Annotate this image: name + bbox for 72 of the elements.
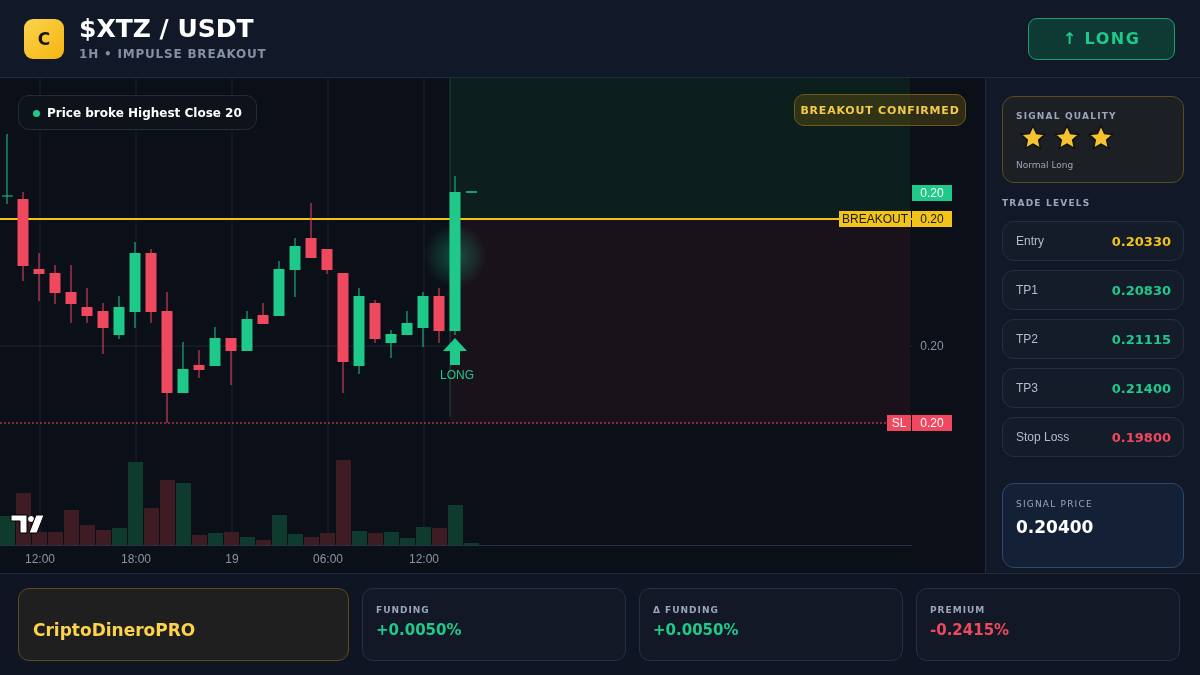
volume-bar — [96, 530, 111, 545]
candlestick — [49, 264, 61, 305]
price-label: 0.20 — [912, 211, 952, 227]
candlestick — [369, 299, 381, 344]
level-tag: BREAKOUT — [839, 211, 911, 227]
level-value: 0.21115 — [1111, 331, 1171, 347]
stat-label: PREMIUM — [930, 605, 987, 615]
level-value: 0.19800 — [1111, 429, 1171, 445]
candlestick — [433, 287, 445, 344]
signal-subtitle: 1H • IMPULSE BREAKOUT — [79, 47, 268, 61]
volume-bar — [208, 533, 223, 545]
level-label: TP1 — [1016, 283, 1038, 297]
card-label: SIGNAL QUALITY — [1016, 111, 1118, 121]
time-label: 12:00 — [409, 552, 439, 566]
section-heading: TRADE LEVELS — [1002, 198, 1092, 208]
candlestick — [417, 291, 429, 348]
candlestick — [257, 302, 269, 325]
candlestick — [193, 349, 205, 379]
signal-label: LONG — [440, 368, 474, 382]
level-value: 0.20830 — [1111, 282, 1171, 298]
price-label: 0.20 — [912, 415, 952, 431]
candlestick — [33, 252, 45, 302]
level-tag: SL — [887, 415, 911, 431]
time-label: 19 — [225, 552, 239, 566]
level-value: 0.21400 — [1111, 380, 1171, 396]
candlestick — [273, 260, 285, 317]
level-label: TP2 — [1016, 332, 1038, 346]
stat-value: -0.2415% — [930, 621, 1011, 639]
stat-label: Δ FUNDING — [653, 605, 720, 615]
candlestick — [385, 329, 397, 359]
candlestick — [401, 310, 413, 336]
app-logo: C — [24, 18, 64, 59]
logo-icon — [10, 514, 45, 534]
star-icon — [1019, 124, 1047, 152]
star-icon — [1087, 124, 1115, 152]
time-label: 18:00 — [121, 552, 151, 566]
volume-bar — [368, 533, 383, 545]
time-label: 06:00 — [313, 552, 343, 566]
level-label: Entry — [1016, 234, 1044, 248]
stat-label: FUNDING — [376, 605, 431, 615]
time-label: 12:00 — [25, 552, 55, 566]
level-value: 0.20330 — [1111, 233, 1171, 249]
candlestick — [177, 341, 189, 394]
candlestick — [113, 295, 125, 340]
candlestick — [225, 337, 237, 386]
candlestick — [81, 287, 93, 324]
status-dot — [33, 110, 40, 117]
alert-text: Price broke Highest Close 20 — [47, 105, 242, 120]
stat-value: +0.0050% — [653, 621, 740, 639]
pair-title: $XTZ / USDT — [79, 16, 255, 41]
star-icon — [1053, 124, 1081, 152]
card-label: SIGNAL PRICE — [1016, 499, 1094, 509]
candlestick — [1, 133, 14, 205]
up-arrow-icon — [443, 338, 467, 365]
long-button[interactable]: ↑ LONG — [1028, 17, 1175, 60]
level-label: TP3 — [1016, 381, 1038, 395]
candlestick — [97, 302, 109, 355]
price-label: 0.20 — [919, 338, 945, 354]
candlestick — [321, 248, 333, 275]
candlestick — [65, 264, 77, 324]
level-label: Stop Loss — [1016, 430, 1070, 444]
candlestick — [289, 237, 301, 298]
price-tick — [465, 191, 478, 193]
price-label: 0.20 — [912, 185, 952, 201]
brand-card: CriptoDineroPRO — [18, 588, 349, 661]
candlestick — [305, 202, 317, 259]
candlestick — [241, 310, 253, 352]
candlestick — [209, 326, 221, 367]
quality-caption: Normal Long — [1016, 160, 1074, 170]
signal-price-value: 0.20400 — [1016, 517, 1095, 537]
stat-value: +0.0050% — [376, 621, 463, 639]
status-badge: BREAKOUT CONFIRMED — [794, 94, 966, 126]
